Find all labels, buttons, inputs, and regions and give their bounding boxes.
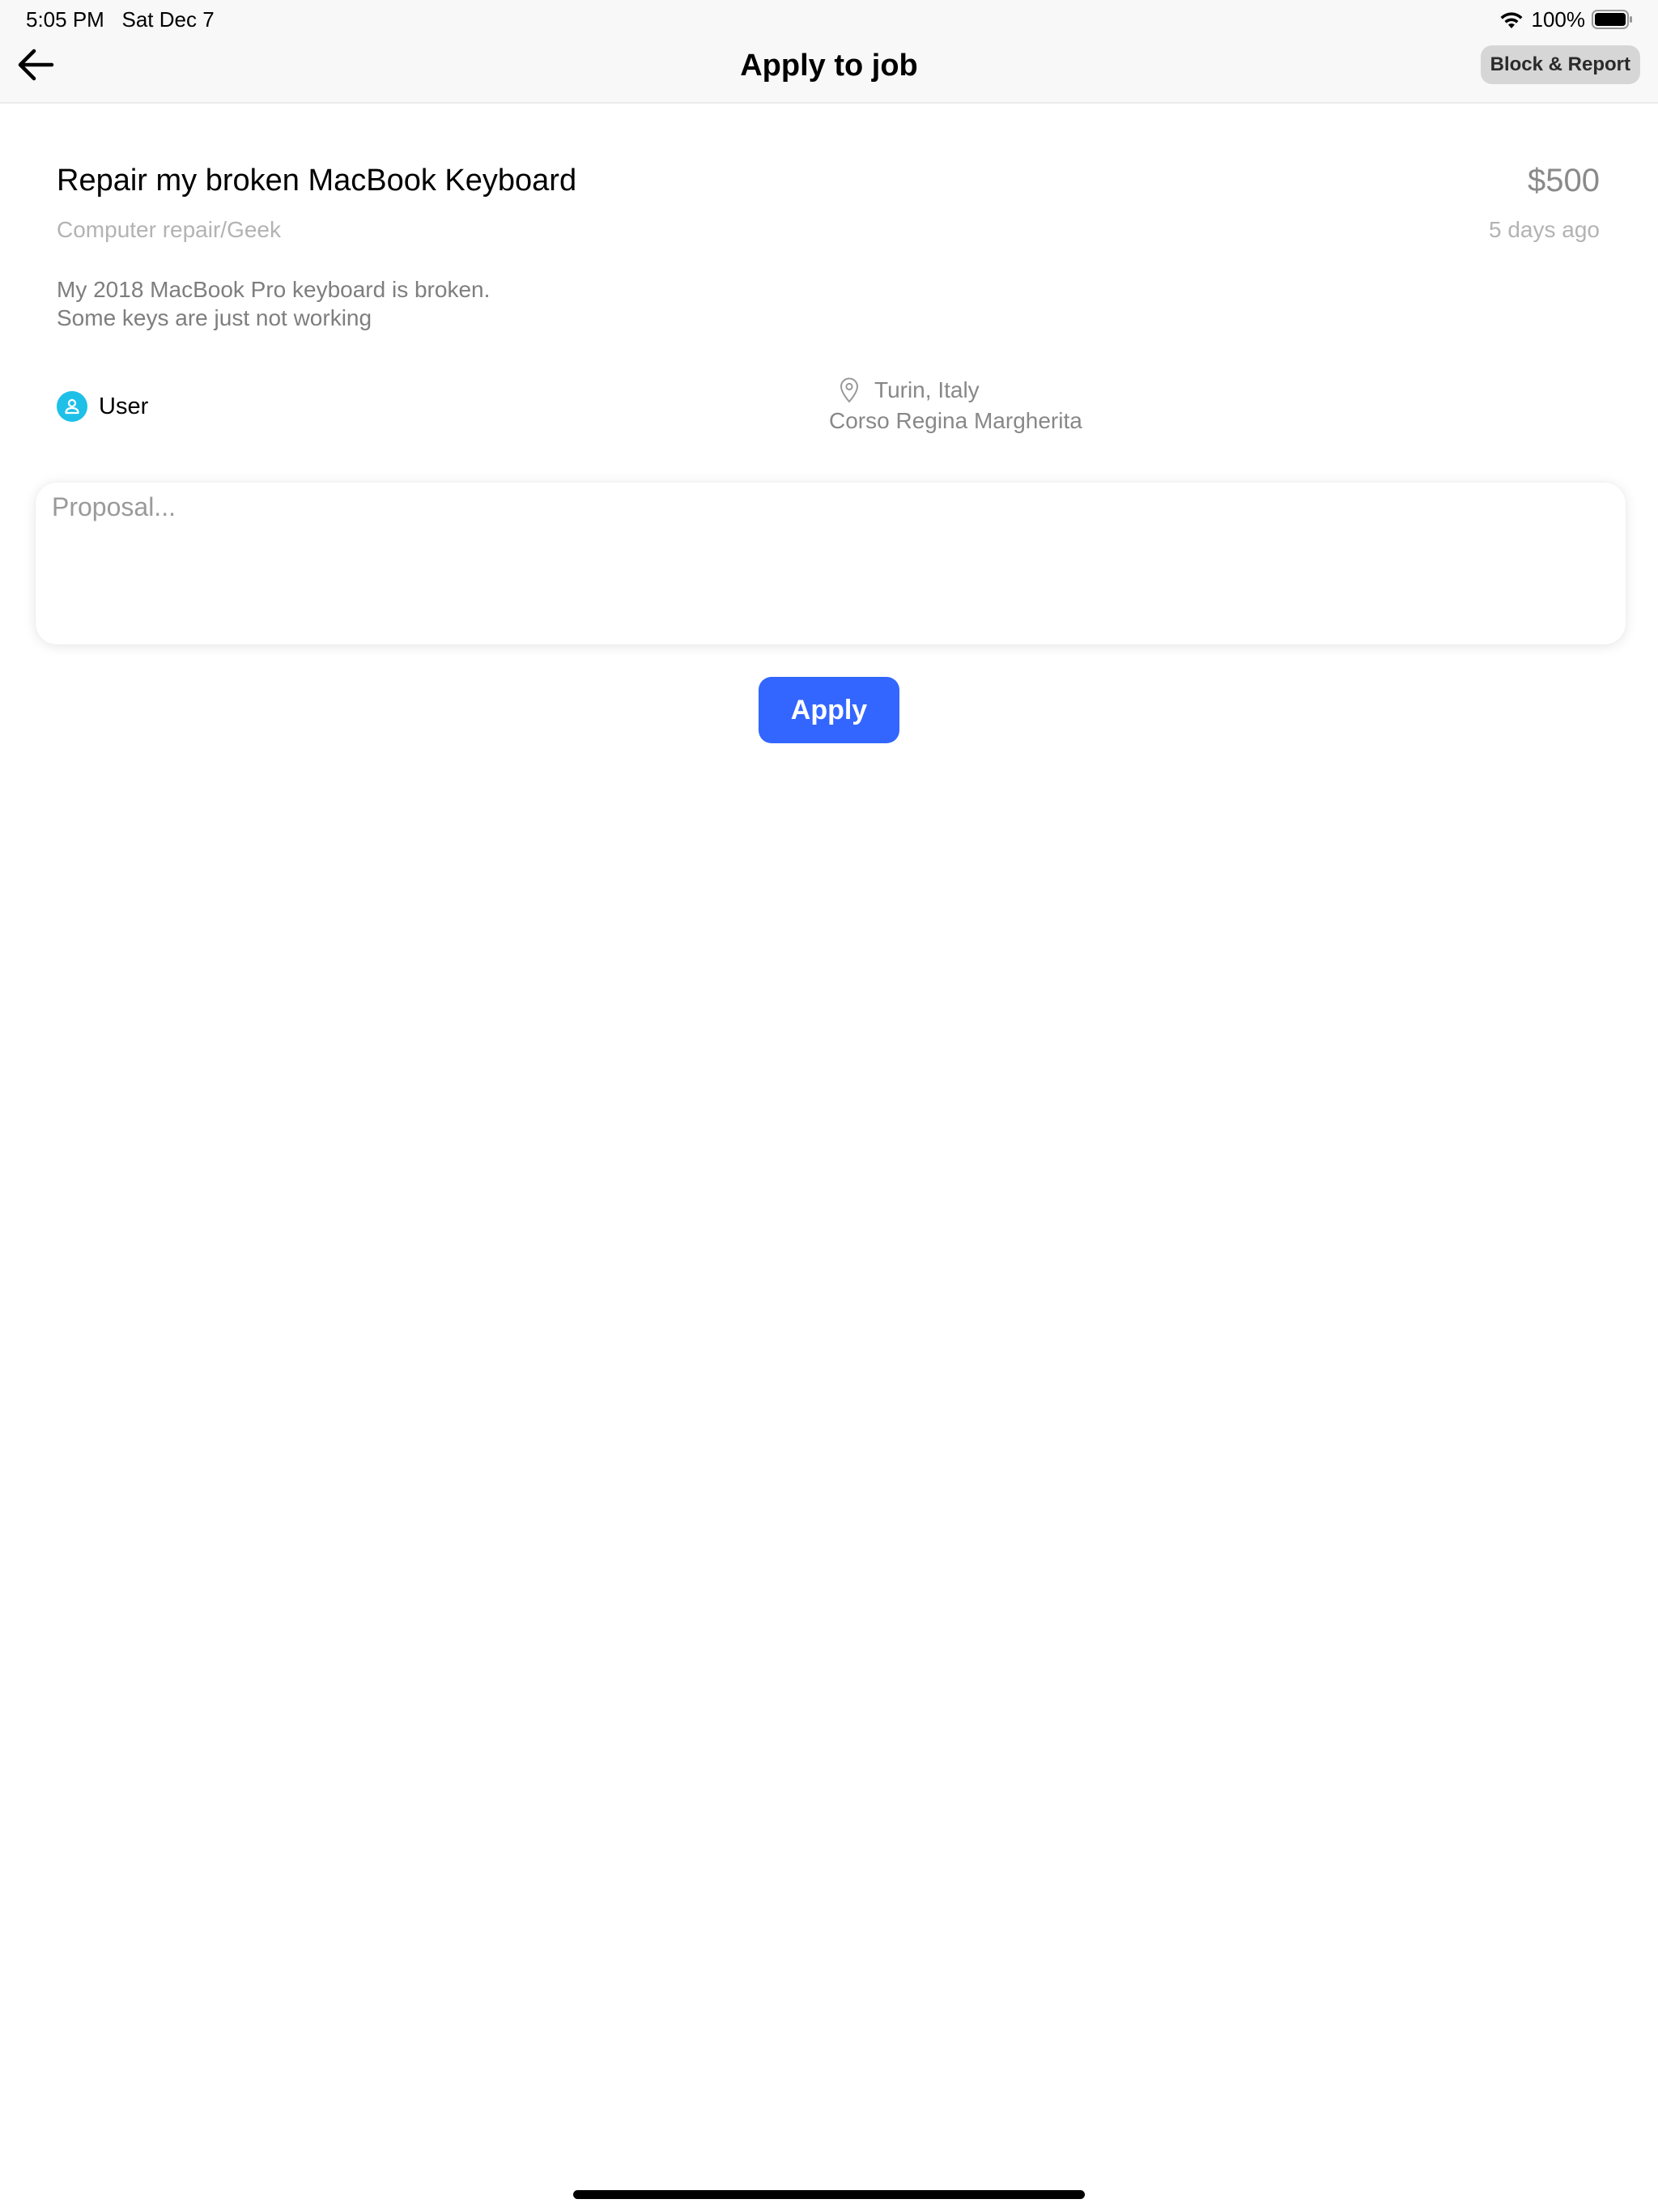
job-category: Computer repair/Geek (57, 217, 282, 242)
location-street: Corso Regina Margherita (829, 408, 1082, 433)
home-indicator (573, 2190, 1085, 2199)
battery-percentage: 100% (1531, 7, 1586, 32)
battery-icon (1592, 10, 1632, 29)
wifi-icon (1500, 12, 1522, 28)
user-icon (65, 398, 79, 415)
page-title: Apply to job (740, 49, 918, 83)
job-description-line: My 2018 MacBook Pro keyboard is broken. (57, 277, 491, 302)
job-description-line: Some keys are just not working (57, 305, 372, 330)
user-name: User (99, 393, 149, 419)
job-location: Turin, Italy Corso Regina Margherita (829, 374, 1082, 436)
job-title: Repair my broken MacBook Keyboard (57, 164, 577, 198)
location-pin-icon (834, 375, 865, 406)
job-owner[interactable]: User (57, 390, 148, 423)
proposal-card (36, 483, 1626, 644)
job-price: $500 (1528, 163, 1600, 198)
proposal-input[interactable] (52, 491, 1606, 633)
status-clock: 5:05 PM (26, 7, 104, 32)
job-posted-time: 5 days ago (1489, 217, 1600, 242)
job-description: My 2018 MacBook Pro keyboard is broken. … (57, 275, 490, 332)
top-bar: 5:05 PM Sat Dec 7 100% Apply to job Bloc… (0, 0, 1658, 104)
status-date: Sat Dec 7 (121, 7, 215, 32)
location-city: Turin, Italy (874, 377, 980, 402)
status-indicators: 100% (1498, 6, 1635, 32)
block-report-button[interactable]: Block & Report (1480, 45, 1640, 84)
apply-button[interactable]: Apply (759, 677, 899, 743)
avatar (57, 391, 87, 422)
status-time: 5:05 PM Sat Dec 7 (26, 6, 215, 32)
